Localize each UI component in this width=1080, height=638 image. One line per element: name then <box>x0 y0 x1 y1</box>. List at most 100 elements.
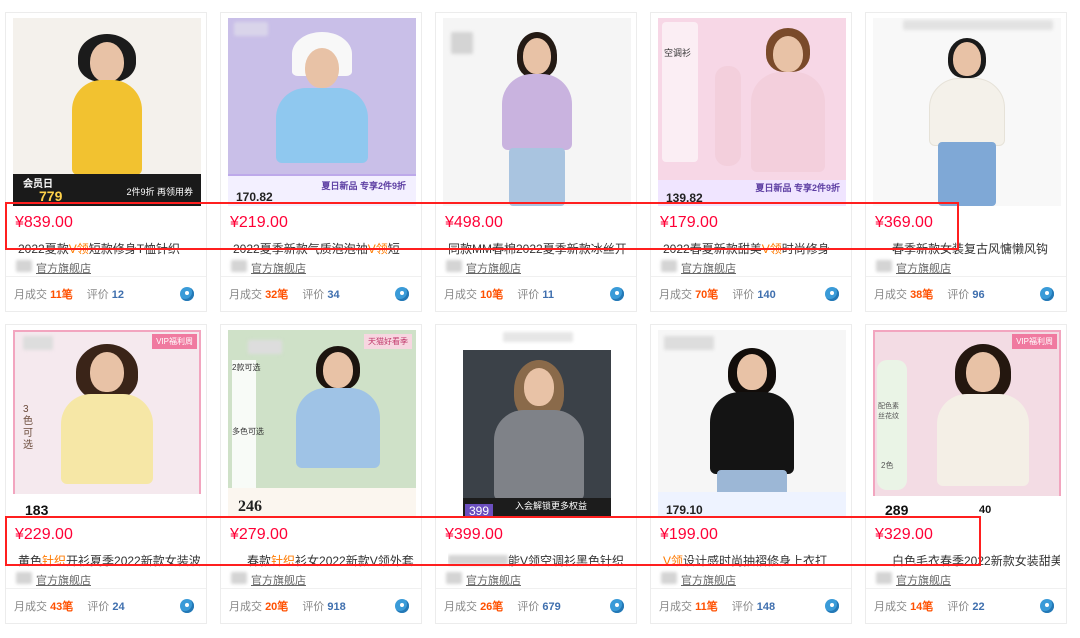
style-options-label: 2款可选 <box>232 363 261 372</box>
product-price: ¥179.00 <box>660 214 718 231</box>
chat-icon[interactable] <box>180 599 194 613</box>
review-count[interactable]: 评价 12 <box>87 286 124 302</box>
product-price: ¥229.00 <box>15 526 73 543</box>
product-card[interactable]: 空调衫 夏日新品 专享2件9折 139.82 ¥179.00 2022春夏新款甜… <box>650 12 852 312</box>
shop-name-link[interactable]: 官方旗舰店 <box>36 572 91 588</box>
promo-text: 夏日新品 专享2件9折 <box>321 181 406 191</box>
product-card[interactable]: VIP福利周 3色可选 183 ¥229.00 黄色针织开衫夏季2022新款女装… <box>5 324 207 624</box>
vip-tag: VIP福利周 <box>152 334 197 349</box>
chat-icon[interactable] <box>610 287 624 301</box>
product-card[interactable]: ¥369.00 春季新款女装复古风慵懒风钩 官方旗舰店 月成交 38笔 评价 9… <box>865 12 1067 312</box>
chat-icon[interactable] <box>395 287 409 301</box>
chat-icon[interactable] <box>610 599 624 613</box>
product-image[interactable]: VIP福利周 配色素丝花纹 2色 289 40 <box>873 330 1061 518</box>
shop-name-link[interactable]: 官方旗舰店 <box>466 572 521 588</box>
product-image[interactable]: 天猫好看季 2款可选 多色可选 246 <box>228 330 416 518</box>
product-stats: 月成交 38笔 评价 96 <box>866 276 1066 311</box>
product-card[interactable]: 天猫好看季 2款可选 多色可选 246 ¥279.00 春款针织衫女2022新款… <box>220 324 422 624</box>
shop-name-link[interactable]: 官方旗舰店 <box>681 572 736 588</box>
review-count[interactable]: 评价 11 <box>517 286 554 302</box>
chat-icon[interactable] <box>1040 287 1054 301</box>
product-card[interactable]: VIP福利周 配色素丝花纹 2色 289 40 ¥329.00 白色毛衣春季20… <box>865 324 1067 624</box>
product-image[interactable] <box>443 18 631 206</box>
promo-price: 399 <box>465 504 494 518</box>
product-image[interactable]: VIP福利周 3色可选 183 <box>13 330 201 518</box>
product-title[interactable]: 2022夏款V领短款修身T恤针织 <box>18 240 200 256</box>
shop-name-link[interactable]: 官方旗舰店 <box>896 572 951 588</box>
side-label: 空调衫 <box>664 48 692 58</box>
season-tag: 天猫好看季 <box>364 334 412 349</box>
monthly-sales: 月成交 11笔 <box>659 601 718 613</box>
promo-price: 289 <box>885 502 909 518</box>
product-title[interactable]: 2022夏季新款气质泡泡袖V领短 <box>233 240 415 256</box>
product-image[interactable]: 空调衫 夏日新品 专享2件9折 139.82 <box>658 18 846 206</box>
product-image[interactable]: 入会解锁更多权益 399 <box>443 330 631 518</box>
product-image[interactable]: 179.10 <box>658 330 846 518</box>
product-image[interactable]: 会员日 779 2件9折 再领用券 <box>13 18 201 206</box>
promo-price: 139.82 <box>666 191 703 205</box>
product-grid: 会员日 779 2件9折 再领用券 ¥839.00 2022夏款V领短款修身T恤… <box>5 12 1067 624</box>
shop-name-link[interactable]: 官方旗舰店 <box>466 260 521 276</box>
chat-icon[interactable] <box>1040 599 1054 613</box>
shop-name-link[interactable]: 官方旗舰店 <box>251 260 306 276</box>
product-stats: 月成交 70笔 评价 140 <box>651 276 851 311</box>
promo-price: 246 <box>238 498 262 515</box>
promo-price: 179.10 <box>666 503 703 517</box>
product-stats: 月成交 20笔 评价 918 <box>221 588 421 623</box>
product-image[interactable]: 夏日新品 专享2件9折 170.82 <box>228 18 416 206</box>
product-title[interactable]: 黄色针织开衫夏季2022新款女装波 <box>18 552 200 568</box>
product-stats: 月成交 32笔 评价 34 <box>221 276 421 311</box>
review-count[interactable]: 评价 34 <box>302 286 339 302</box>
chat-icon[interactable] <box>825 599 839 613</box>
product-price: ¥369.00 <box>875 214 933 231</box>
product-card[interactable]: ¥498.00 同款MM春棉2022夏季新款冰丝开 官方旗舰店 月成交 10笔 … <box>435 12 637 312</box>
product-title[interactable]: 2022春夏新款甜美V领时尚修身 <box>663 240 845 256</box>
product-image[interactable] <box>873 18 1061 206</box>
shop-name-link[interactable]: 官方旗舰店 <box>251 572 306 588</box>
promo-price: 183 <box>25 502 49 518</box>
monthly-sales: 月成交 20笔 <box>229 601 289 613</box>
review-count[interactable]: 评价 918 <box>302 598 345 614</box>
product-price: ¥329.00 <box>875 526 933 543</box>
review-count[interactable]: 评价 96 <box>947 286 984 302</box>
review-count[interactable]: 评价 24 <box>87 598 124 614</box>
product-title[interactable]: 白色毛衣春季2022新款女装甜美普 <box>878 552 1060 568</box>
vip-tag: VIP福利周 <box>1012 334 1057 349</box>
product-price: ¥839.00 <box>15 214 73 231</box>
product-stats: 月成交 10笔 评价 11 <box>436 276 636 311</box>
monthly-sales: 月成交 11笔 <box>14 289 73 301</box>
pattern-label: 配色素丝花纹 <box>878 403 899 420</box>
product-card[interactable]: 夏日新品 专享2件9折 170.82 ¥219.00 2022夏季新款气质泡泡袖… <box>220 12 422 312</box>
chat-icon[interactable] <box>395 599 409 613</box>
product-stats: 月成交 14笔 评价 22 <box>866 588 1066 623</box>
chat-icon[interactable] <box>180 287 194 301</box>
chat-icon[interactable] <box>825 287 839 301</box>
product-title[interactable]: V领设计感时尚抽褶修身上衣打 <box>663 552 845 568</box>
shop-name-link[interactable]: 官方旗舰店 <box>36 260 91 276</box>
shop-name-link[interactable]: 官方旗舰店 <box>896 260 951 276</box>
promo-text: 2件9折 再领用券 <box>126 187 193 197</box>
product-card[interactable]: 会员日 779 2件9折 再领用券 ¥839.00 2022夏款V领短款修身T恤… <box>5 12 207 312</box>
color-options-label: 3色可选 <box>23 404 33 451</box>
monthly-sales: 月成交 38笔 <box>874 289 934 301</box>
product-title[interactable]: 同款MM春棉2022夏季新款冰丝开 <box>448 240 630 256</box>
product-card[interactable]: 179.10 ¥199.00 V领设计感时尚抽褶修身上衣打 官方旗舰店 月成交 … <box>650 324 852 624</box>
product-card[interactable]: 入会解锁更多权益 399 ¥399.00 能V领空调衫黑色针织 官方旗舰店 月成… <box>435 324 637 624</box>
product-price: ¥399.00 <box>445 526 503 543</box>
review-count[interactable]: 评价 140 <box>732 286 775 302</box>
monthly-sales: 月成交 43笔 <box>14 601 74 613</box>
product-price: ¥219.00 <box>230 214 288 231</box>
promo-price: 170.82 <box>236 190 273 204</box>
product-stats: 月成交 11笔 评价 12 <box>6 276 206 311</box>
product-title[interactable]: 春款针织衫女2022新款V领外套 <box>233 552 415 568</box>
product-price: ¥279.00 <box>230 526 288 543</box>
monthly-sales: 月成交 32笔 <box>229 289 289 301</box>
review-count[interactable]: 评价 679 <box>517 598 560 614</box>
product-title[interactable]: 春季新款女装复古风慵懒风钩 <box>878 240 1060 256</box>
monthly-sales: 月成交 70笔 <box>659 289 719 301</box>
review-count[interactable]: 评价 148 <box>732 598 775 614</box>
review-count[interactable]: 评价 22 <box>947 598 984 614</box>
shop-name-link[interactable]: 官方旗舰店 <box>681 260 736 276</box>
product-price: ¥498.00 <box>445 214 503 231</box>
product-title[interactable]: 能V领空调衫黑色针织 <box>448 552 630 568</box>
